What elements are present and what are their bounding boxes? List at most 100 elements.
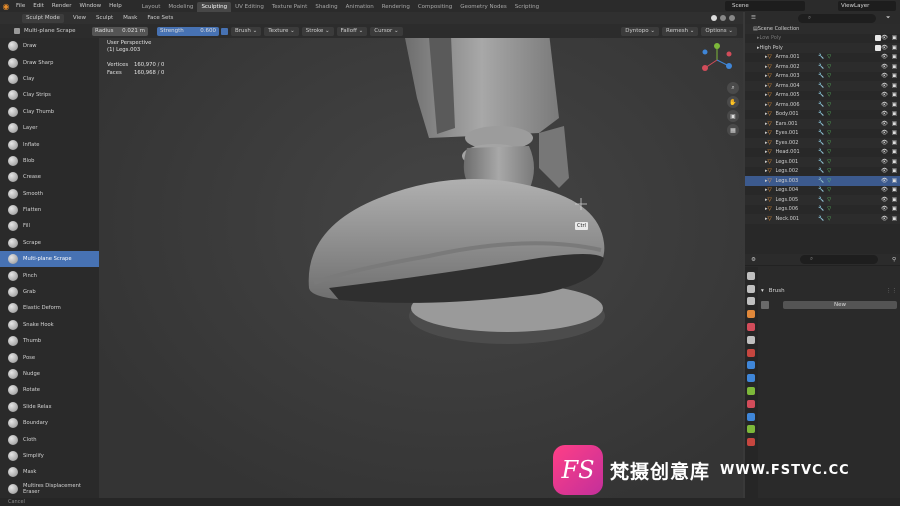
outliner-object-legs-003[interactable]: ▸ ▽ Legs.003 🔧 ▽ 👁 ▣ <box>745 176 900 186</box>
outliner-type-icon[interactable]: ☰ <box>751 15 756 21</box>
render-camera-icon[interactable]: ▣ <box>892 197 897 203</box>
material-shading-icon[interactable] <box>720 15 726 21</box>
properties-tab-icon-2[interactable] <box>747 297 755 306</box>
radius-field[interactable]: Radius 0.021 m <box>92 26 148 36</box>
tool-cloth[interactable]: Cloth <box>0 431 99 447</box>
render-camera-icon[interactable]: ▣ <box>892 178 897 184</box>
render-camera-icon[interactable]: ▣ <box>892 130 897 136</box>
tab-shading[interactable]: Shading <box>311 2 341 12</box>
outliner-object-head-001[interactable]: ▸ ▽ Head.001 🔧 ▽ 👁 ▣ <box>745 148 900 158</box>
pressure-icon[interactable] <box>221 27 228 35</box>
tab-scripting[interactable]: Scripting <box>511 2 543 12</box>
visibility-eye-icon[interactable]: 👁 <box>881 45 888 51</box>
dropdown-cursor[interactable]: Cursor ⌄ <box>370 26 403 36</box>
render-camera-icon[interactable]: ▣ <box>892 64 897 70</box>
visibility-eye-icon[interactable]: 👁 <box>881 64 888 70</box>
visibility-eye-icon[interactable]: 👁 <box>881 73 888 79</box>
properties-type-icon[interactable]: ⚙ <box>751 257 756 263</box>
navigation-gizmo[interactable] <box>702 43 732 71</box>
visibility-eye-icon[interactable]: 👁 <box>881 149 888 155</box>
render-camera-icon[interactable]: ▣ <box>892 140 897 146</box>
rendered-shading-icon[interactable] <box>729 15 735 21</box>
tool-pose[interactable]: Pose <box>0 349 99 365</box>
render-camera-icon[interactable]: ▣ <box>892 216 897 222</box>
tool-mask[interactable]: Mask <box>0 464 99 480</box>
dropdown-texture[interactable]: Texture ⌄ <box>264 26 299 36</box>
visibility-eye-icon[interactable]: 👁 <box>881 178 888 184</box>
tool-grab[interactable]: Grab <box>0 284 99 300</box>
outliner-collection-high-poly[interactable]: ▸ High Poly 👁 ▣ <box>745 43 900 53</box>
properties-tab-icon-11[interactable] <box>747 412 755 421</box>
tool-thumb[interactable]: Thumb <box>0 333 99 349</box>
menu-help[interactable]: Help <box>105 3 126 9</box>
visibility-eye-icon[interactable]: 👁 <box>881 187 888 193</box>
tool-smooth[interactable]: Smooth <box>0 186 99 202</box>
outliner-object-eyes-002[interactable]: ▸ ▽ Eyes.002 🔧 ▽ 👁 ▣ <box>745 138 900 148</box>
tool-pinch[interactable]: Pinch <box>0 267 99 283</box>
brush-preview-icon[interactable] <box>761 300 769 309</box>
tab-animation[interactable]: Animation <box>342 2 378 12</box>
dropdown-stroke[interactable]: Stroke ⌄ <box>301 26 334 36</box>
pan-hand-icon[interactable]: ✋ <box>727 96 739 108</box>
tool-flatten[interactable]: Flatten <box>0 202 99 218</box>
view-layer-selector[interactable]: ViewLayer <box>838 1 896 11</box>
properties-tab-icon-4[interactable] <box>747 322 755 331</box>
render-camera-icon[interactable]: ▣ <box>892 159 897 165</box>
outliner-object-legs-005[interactable]: ▸ ▽ Legs.005 🔧 ▽ 👁 ▣ <box>745 195 900 205</box>
properties-tab-icon-10[interactable] <box>747 399 755 408</box>
visibility-eye-icon[interactable]: 👁 <box>881 83 888 89</box>
tab-uv-editing[interactable]: UV Editing <box>231 2 268 12</box>
menu-face-sets[interactable]: Face Sets <box>142 15 178 21</box>
tab-compositing[interactable]: Compositing <box>414 2 456 12</box>
dropdown-brush[interactable]: Brush ⌄ <box>231 26 262 36</box>
dropdown-remesh[interactable]: Remesh ⌄ <box>662 26 699 36</box>
dropdown-falloff[interactable]: Falloff ⌄ <box>336 26 368 36</box>
properties-tab-icon-9[interactable] <box>747 386 755 395</box>
outliner-search-input[interactable]: ⌕ <box>797 13 876 23</box>
tool-elastic-deform[interactable]: Elastic Deform <box>0 300 99 316</box>
3d-viewport[interactable] <box>99 33 743 498</box>
tool-simplify[interactable]: Simplify <box>0 448 99 464</box>
outliner-object-legs-002[interactable]: ▸ ▽ Legs.002 🔧 ▽ 👁 ▣ <box>745 167 900 177</box>
outliner-object-arms-006[interactable]: ▸ ▽ Arms.006 🔧 ▽ 👁 ▣ <box>745 100 900 110</box>
tool-nudge[interactable]: Nudge <box>0 366 99 382</box>
dropdown-options[interactable]: Options ⌄ <box>701 26 737 36</box>
scene-selector[interactable]: Scene <box>725 1 805 11</box>
outliner-object-legs-004[interactable]: ▸ ▽ Legs.004 🔧 ▽ 👁 ▣ <box>745 186 900 196</box>
outliner-object-legs-006[interactable]: ▸ ▽ Legs.006 🔧 ▽ 👁 ▣ <box>745 205 900 215</box>
visibility-eye-icon[interactable]: 👁 <box>881 54 888 60</box>
properties-tab-icon-12[interactable] <box>747 425 755 434</box>
render-camera-icon[interactable]: ▣ <box>892 73 897 79</box>
visibility-eye-icon[interactable]: 👁 <box>881 121 888 127</box>
tool-clay[interactable]: Clay <box>0 71 99 87</box>
menu-render[interactable]: Render <box>48 3 76 9</box>
camera-view-icon[interactable]: ▣ <box>727 110 739 122</box>
blender-logo-icon[interactable]: ◉ <box>0 0 12 12</box>
visibility-eye-icon[interactable]: 👁 <box>881 92 888 98</box>
tool-multires-displacement-eraser[interactable]: Multires Displacement Eraser <box>0 481 99 497</box>
outliner-object-arms-001[interactable]: ▸ ▽ Arms.001 🔧 ▽ 👁 ▣ <box>745 53 900 63</box>
tool-boundary[interactable]: Boundary <box>0 415 99 431</box>
visibility-eye-icon[interactable]: 👁 <box>881 111 888 117</box>
render-camera-icon[interactable]: ▣ <box>892 54 897 60</box>
tool-inflate[interactable]: Inflate <box>0 136 99 152</box>
tab-modeling[interactable]: Modeling <box>164 2 197 12</box>
tab-geometry-nodes[interactable]: Geometry Nodes <box>456 2 510 12</box>
outliner-object-neck-001[interactable]: ▸ ▽ Neck.001 🔧 ▽ 👁 ▣ <box>745 214 900 224</box>
render-camera-icon[interactable]: ▣ <box>892 121 897 127</box>
visibility-eye-icon[interactable]: 👁 <box>881 159 888 165</box>
render-camera-icon[interactable]: ▣ <box>892 206 897 212</box>
outliner-scene-collection[interactable]: ▤ Scene Collection <box>745 24 900 34</box>
properties-tab-icon-8[interactable] <box>747 374 755 383</box>
render-camera-icon[interactable]: ▣ <box>892 187 897 193</box>
outliner-collection-low-poly[interactable]: ▸ Low Poly 👁 ▣ <box>745 34 900 44</box>
render-camera-icon[interactable]: ▣ <box>892 35 897 41</box>
visibility-eye-icon[interactable]: 👁 <box>881 197 888 203</box>
tab-texture-paint[interactable]: Texture Paint <box>268 2 312 12</box>
menu-view[interactable]: View <box>68 15 91 21</box>
properties-tab-icon-5[interactable] <box>747 335 755 344</box>
tool-multi-plane-scrape[interactable]: Multi-plane Scrape <box>0 251 99 268</box>
tool-rotate[interactable]: Rotate <box>0 382 99 398</box>
tool-blob[interactable]: Blob <box>0 153 99 169</box>
outliner-object-eyes-001[interactable]: ▸ ▽ Eyes.001 🔧 ▽ 👁 ▣ <box>745 129 900 139</box>
